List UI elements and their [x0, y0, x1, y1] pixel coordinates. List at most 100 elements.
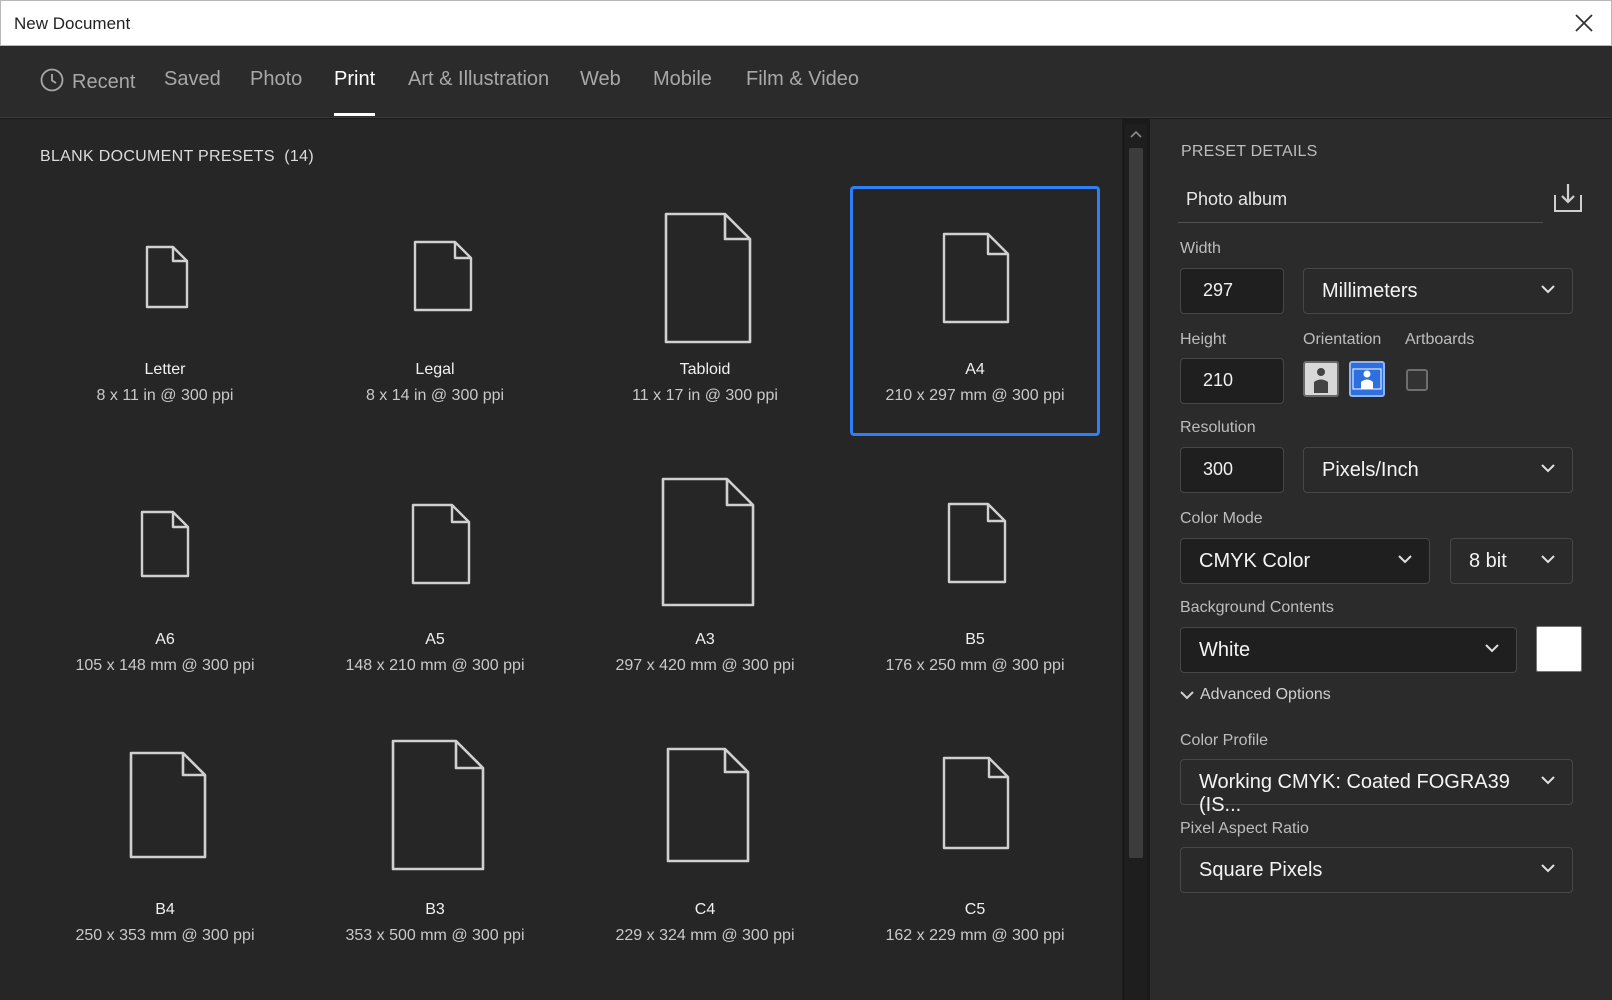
- close-icon[interactable]: [1571, 10, 1597, 36]
- preset-name-input[interactable]: Photo album: [1178, 183, 1543, 223]
- preset-name: A4: [965, 361, 985, 378]
- preset-details-panel: PRESET DETAILS Photo album Width 297 Mil…: [1150, 119, 1612, 1000]
- preset-card-a3[interactable]: A3 297 x 420 mm @ 300 ppi: [580, 456, 830, 706]
- scrollbar-thumb[interactable]: [1129, 148, 1143, 858]
- preset-card-a5[interactable]: A5 148 x 210 mm @ 300 ppi: [310, 456, 560, 706]
- preset-dimensions: 8 x 11 in @ 300 ppi: [96, 387, 234, 404]
- width-label: Width: [1180, 240, 1221, 257]
- preset-card-a6[interactable]: A6 105 x 148 mm @ 300 ppi: [40, 456, 290, 706]
- artboards-checkbox[interactable]: [1406, 369, 1428, 391]
- tab-film-video[interactable]: Film & Video: [746, 68, 859, 91]
- color-profile-value: Working CMYK: Coated FOGRA39 (IS...: [1199, 771, 1510, 816]
- tab-art-illustration[interactable]: Art & Illustration: [408, 68, 549, 91]
- color-mode-value: CMYK Color: [1199, 550, 1311, 572]
- chevron-down-icon: [1541, 464, 1555, 473]
- document-icon: [661, 477, 755, 607]
- width-unit-select[interactable]: Millimeters: [1303, 268, 1573, 314]
- save-preset-icon[interactable]: [1551, 181, 1585, 215]
- preset-card-c5[interactable]: C5 162 x 229 mm @ 300 ppi: [850, 726, 1100, 976]
- preset-card-c4[interactable]: C4 229 x 324 mm @ 300 ppi: [580, 726, 830, 976]
- tab-label: Mobile: [653, 68, 712, 90]
- preset-dimensions: 176 x 250 mm @ 300 ppi: [885, 657, 1065, 674]
- background-contents-select[interactable]: White: [1180, 627, 1517, 673]
- document-icon: [666, 747, 750, 863]
- scroll-up-icon[interactable]: [1130, 130, 1142, 138]
- preset-name: C5: [964, 901, 986, 918]
- document-icon: [413, 240, 473, 312]
- preset-details-heading: PRESET DETAILS: [1181, 143, 1318, 160]
- preset-dimensions: 353 x 500 mm @ 300 ppi: [345, 927, 525, 944]
- preset-dimensions: 8 x 14 in @ 300 ppi: [365, 387, 505, 404]
- resolution-label: Resolution: [1180, 419, 1256, 436]
- tab-label: Film & Video: [746, 68, 860, 90]
- preset-card-a4[interactable]: A4 210 x 297 mm @ 300 ppi: [850, 186, 1100, 436]
- tab-web[interactable]: Web: [580, 68, 621, 91]
- pixel-aspect-ratio-select[interactable]: Square Pixels: [1180, 847, 1573, 893]
- document-icon: [664, 212, 752, 344]
- background-contents-label: Background Contents: [1180, 599, 1334, 616]
- height-input[interactable]: 210: [1180, 358, 1284, 404]
- orientation-label: Orientation: [1303, 331, 1382, 348]
- preset-card-legal[interactable]: Legal 8 x 14 in @ 300 ppi: [310, 186, 560, 436]
- preset-dimensions: 297 x 420 mm @ 300 ppi: [615, 657, 795, 674]
- presets-heading-label: BLANK DOCUMENT PRESETS: [40, 148, 275, 165]
- bit-depth-select[interactable]: 8 bit: [1450, 538, 1573, 584]
- tab-mobile[interactable]: Mobile: [653, 68, 712, 91]
- tab-recent[interactable]: Recent: [40, 68, 135, 94]
- preset-dimensions: 210 x 297 mm @ 300 ppi: [885, 387, 1065, 404]
- preset-name: A6: [155, 631, 175, 648]
- preset-name: B5: [965, 631, 985, 648]
- category-tab-bar: Recent Saved Photo Print Art & Illustrat…: [0, 46, 1612, 118]
- resolution-input[interactable]: 300: [1180, 447, 1284, 493]
- resolution-unit-select[interactable]: Pixels/Inch: [1303, 447, 1573, 493]
- color-profile-label: Color Profile: [1180, 732, 1269, 749]
- presets-heading: BLANK DOCUMENT PRESETS (14): [40, 148, 314, 166]
- background-color-swatch[interactable]: [1536, 626, 1582, 672]
- window-title: New Document: [14, 14, 131, 33]
- color-mode-select[interactable]: CMYK Color: [1180, 538, 1430, 584]
- document-icon: [391, 739, 485, 871]
- presets-scrollbar[interactable]: [1125, 124, 1147, 1000]
- resolution-unit-value: Pixels/Inch: [1322, 459, 1419, 481]
- pixel-aspect-ratio-value: Square Pixels: [1199, 859, 1323, 881]
- preset-name: B3: [425, 901, 445, 918]
- document-icon: [411, 503, 471, 585]
- title-bar: New Document: [0, 0, 1612, 46]
- chevron-down-icon: [1541, 285, 1555, 294]
- chevron-down-icon: [1541, 864, 1555, 873]
- document-icon: [942, 232, 1010, 324]
- document-icon: [145, 245, 189, 309]
- preset-card-tabloid[interactable]: Tabloid 11 x 17 in @ 300 ppi: [580, 186, 830, 436]
- chevron-down-icon: [1485, 644, 1499, 653]
- tab-print[interactable]: Print: [334, 68, 376, 116]
- artboards-label: Artboards: [1405, 331, 1475, 348]
- presets-count: (14): [284, 148, 314, 165]
- preset-name: C4: [694, 901, 716, 918]
- color-profile-select[interactable]: Working CMYK: Coated FOGRA39 (IS...: [1180, 759, 1573, 816]
- preset-name: Letter: [144, 361, 186, 378]
- tab-saved[interactable]: Saved: [164, 68, 221, 91]
- height-label: Height: [1180, 331, 1227, 348]
- color-mode-label: Color Mode: [1180, 510, 1263, 527]
- tab-label: Web: [580, 68, 621, 90]
- width-input[interactable]: 297: [1180, 268, 1284, 314]
- chevron-down-icon: [1180, 691, 1194, 700]
- tab-label: Recent: [72, 71, 136, 93]
- document-icon: [947, 502, 1007, 584]
- tab-photo[interactable]: Photo: [250, 68, 302, 91]
- preset-card-b3[interactable]: B3 353 x 500 mm @ 300 ppi: [310, 726, 560, 976]
- preset-dimensions: 105 x 148 mm @ 300 ppi: [75, 657, 255, 674]
- width-unit-value: Millimeters: [1322, 280, 1418, 302]
- preset-dimensions: 229 x 324 mm @ 300 ppi: [615, 927, 795, 944]
- preset-card-letter[interactable]: Letter 8 x 11 in @ 300 ppi: [40, 186, 290, 436]
- preset-card-b4[interactable]: B4 250 x 353 mm @ 300 ppi: [40, 726, 290, 976]
- preset-dimensions: 11 x 17 in @ 300 ppi: [632, 387, 778, 404]
- advanced-options-toggle[interactable]: Advanced Options: [1180, 686, 1331, 704]
- preset-name: A5: [425, 631, 445, 648]
- portrait-orientation-button[interactable]: [1303, 361, 1339, 397]
- preset-dimensions: 148 x 210 mm @ 300 ppi: [345, 657, 525, 674]
- landscape-orientation-button[interactable]: [1349, 361, 1385, 397]
- bit-depth-value: 8 bit: [1469, 550, 1507, 572]
- background-contents-value: White: [1199, 639, 1251, 661]
- preset-card-b5[interactable]: B5 176 x 250 mm @ 300 ppi: [850, 456, 1100, 706]
